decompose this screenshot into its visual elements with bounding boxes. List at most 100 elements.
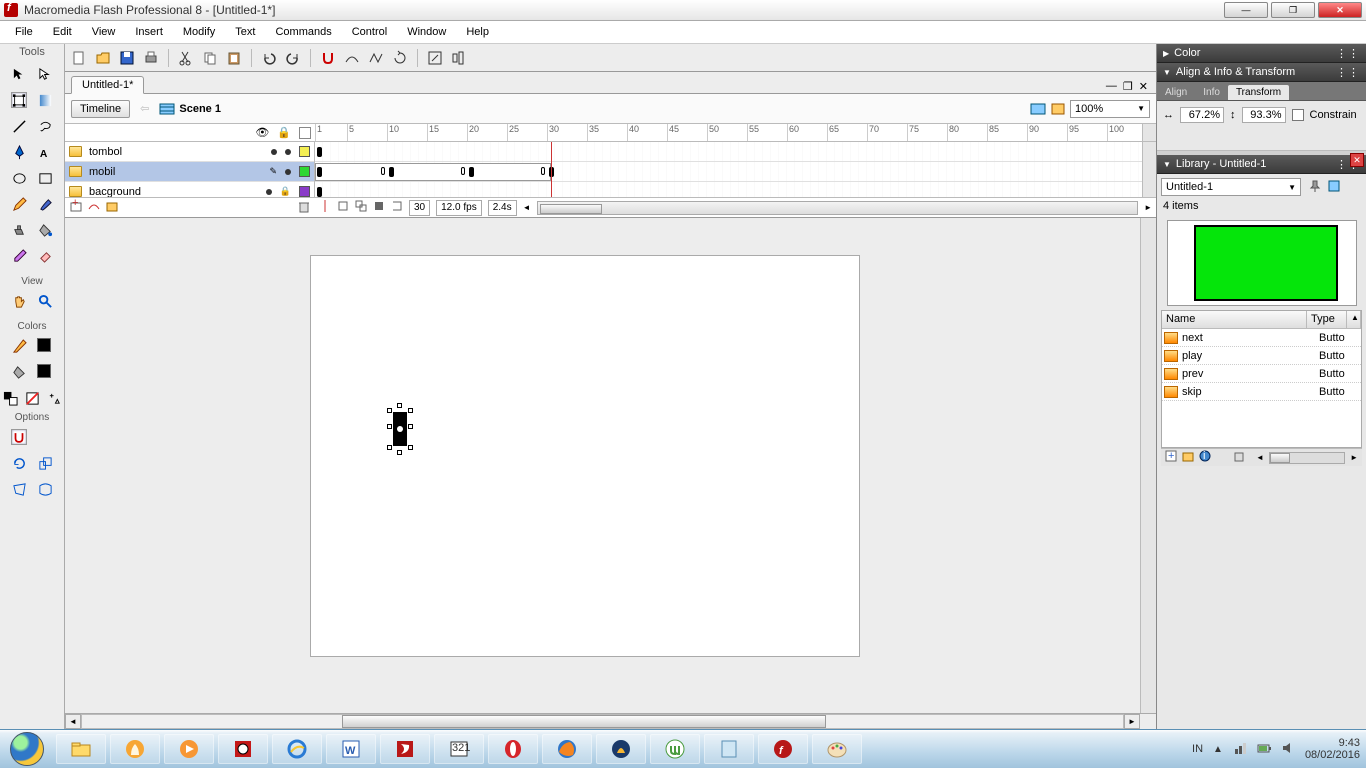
edit-multi-icon[interactable] (373, 200, 385, 215)
document-tab[interactable]: Untitled-1* (71, 76, 144, 94)
col-name[interactable]: Name (1162, 311, 1307, 328)
taskbar-word-icon[interactable]: W (326, 734, 376, 764)
motion-guide-icon[interactable] (87, 199, 101, 216)
library-item-next[interactable]: nextButto (1162, 329, 1361, 347)
smooth-icon[interactable] (344, 50, 360, 66)
menu-file[interactable]: File (5, 23, 43, 41)
rotate-option-icon[interactable] (11, 455, 27, 471)
align-panel-header[interactable]: ▼Align & Info & Transform⋮⋮ (1157, 63, 1366, 82)
layer-bacground[interactable]: bacground 🔒 (65, 182, 314, 197)
library-panel-header[interactable]: ▼Library - Untitled-1⋮⋮ (1157, 155, 1366, 174)
transform-width[interactable]: 67.2% (1180, 107, 1224, 123)
taskbar-app1-icon[interactable] (110, 734, 160, 764)
pen-tool-icon[interactable] (11, 144, 27, 160)
doc-close-icon[interactable]: ✕ (1139, 80, 1148, 93)
brush-tool-icon[interactable] (37, 196, 53, 212)
center-frame-icon[interactable] (319, 200, 331, 215)
taskbar-notepad-icon[interactable] (704, 734, 754, 764)
constrain-checkbox[interactable] (1292, 109, 1304, 121)
insert-layer-icon[interactable]: + (69, 199, 83, 216)
menu-insert[interactable]: Insert (125, 23, 173, 41)
fill-color-swatch[interactable] (37, 364, 51, 378)
tray-volume-icon[interactable] (1281, 741, 1295, 758)
taskbar-explorer-icon[interactable] (56, 734, 106, 764)
print-icon[interactable] (143, 50, 159, 66)
col-type[interactable]: Type (1307, 311, 1347, 328)
text-tool-icon[interactable]: A (37, 144, 53, 160)
start-button[interactable] (0, 730, 54, 768)
gradient-transform-tool-icon[interactable] (37, 92, 53, 108)
tray-network-icon[interactable] (1233, 741, 1247, 758)
menu-view[interactable]: View (82, 23, 126, 41)
onion-skin-icon[interactable] (337, 200, 349, 215)
swap-colors-icon[interactable] (46, 390, 62, 406)
tray-battery-icon[interactable] (1257, 741, 1271, 758)
stage-vscroll[interactable] (1140, 218, 1156, 713)
stroke-color-icon[interactable] (11, 338, 27, 354)
selection-tool-icon[interactable] (11, 66, 27, 82)
taskbar-recorder-icon[interactable] (218, 734, 268, 764)
snap-objects-icon[interactable] (320, 50, 336, 66)
taskbar-app2-icon[interactable] (596, 734, 646, 764)
paint-bucket-tool-icon[interactable] (37, 222, 53, 238)
paste-icon[interactable] (226, 50, 242, 66)
layer-tombol[interactable]: tombol (65, 142, 314, 162)
zoom-select[interactable]: 100%▼ (1070, 100, 1150, 118)
subselection-tool-icon[interactable] (37, 66, 53, 82)
menu-help[interactable]: Help (456, 23, 499, 41)
fill-color-icon[interactable] (11, 364, 27, 380)
tray-flag-icon[interactable]: ▲ (1213, 744, 1223, 755)
layer-mobil[interactable]: mobil ✎ (65, 162, 314, 182)
envelope-option-icon[interactable] (37, 481, 53, 497)
line-tool-icon[interactable] (11, 118, 27, 134)
color-panel-header[interactable]: ▶Color⋮⋮ (1157, 44, 1366, 63)
eraser-tool-icon[interactable] (37, 248, 53, 264)
taskbar-flash-icon[interactable]: f (758, 734, 808, 764)
tray-clock[interactable]: 9:43 08/02/2016 (1305, 737, 1360, 761)
tab-info[interactable]: Info (1195, 85, 1228, 100)
taskbar-paint-icon[interactable] (812, 734, 862, 764)
straighten-icon[interactable] (368, 50, 384, 66)
menu-modify[interactable]: Modify (173, 23, 225, 41)
lasso-tool-icon[interactable] (37, 118, 53, 134)
free-transform-tool-icon[interactable] (11, 92, 27, 108)
onion-markers-icon[interactable] (391, 200, 403, 215)
menu-window[interactable]: Window (397, 23, 456, 41)
timeline-button[interactable]: Timeline (71, 100, 130, 118)
align-icon[interactable] (451, 50, 467, 66)
transform-height[interactable]: 93.3% (1242, 107, 1286, 123)
taskbar-media-icon[interactable] (164, 734, 214, 764)
panel-close-icon[interactable]: ✕ (1350, 153, 1364, 167)
timeline-vscroll[interactable] (1142, 142, 1156, 197)
copy-icon[interactable] (202, 50, 218, 66)
open-icon[interactable] (95, 50, 111, 66)
edit-symbols-icon[interactable] (1050, 102, 1066, 116)
scale-option-icon[interactable] (37, 455, 53, 471)
tray-lang[interactable]: IN (1192, 743, 1203, 755)
eye-column-icon[interactable]: 👁 (255, 126, 269, 139)
menu-text[interactable]: Text (225, 23, 265, 41)
scale-icon[interactable] (427, 50, 443, 66)
library-item-play[interactable]: playButto (1162, 347, 1361, 365)
new-library-icon[interactable] (1327, 179, 1341, 196)
menu-edit[interactable]: Edit (43, 23, 82, 41)
taskbar-pdf-icon[interactable] (380, 734, 430, 764)
stage-canvas[interactable] (311, 256, 859, 656)
delete-layer-icon[interactable] (297, 199, 311, 216)
rotate-icon[interactable] (392, 50, 408, 66)
pencil-tool-icon[interactable] (11, 196, 27, 212)
close-button[interactable]: ✕ (1318, 2, 1362, 18)
new-symbol-icon[interactable]: + (1165, 450, 1177, 465)
new-doc-icon[interactable] (71, 50, 87, 66)
car-symbol[interactable] (387, 406, 413, 452)
minimize-button[interactable]: — (1224, 2, 1268, 18)
black-white-icon[interactable] (2, 390, 18, 406)
taskbar-ie-icon[interactable] (272, 734, 322, 764)
pin-library-icon[interactable] (1307, 179, 1321, 196)
sort-icon[interactable]: ▲ (1347, 311, 1361, 328)
timeline-frames[interactable] (315, 142, 1142, 197)
ink-bottle-tool-icon[interactable] (11, 222, 27, 238)
taskbar-mpc-icon[interactable]: 321 (434, 734, 484, 764)
rectangle-tool-icon[interactable] (37, 170, 53, 186)
hand-tool-icon[interactable] (11, 293, 27, 309)
